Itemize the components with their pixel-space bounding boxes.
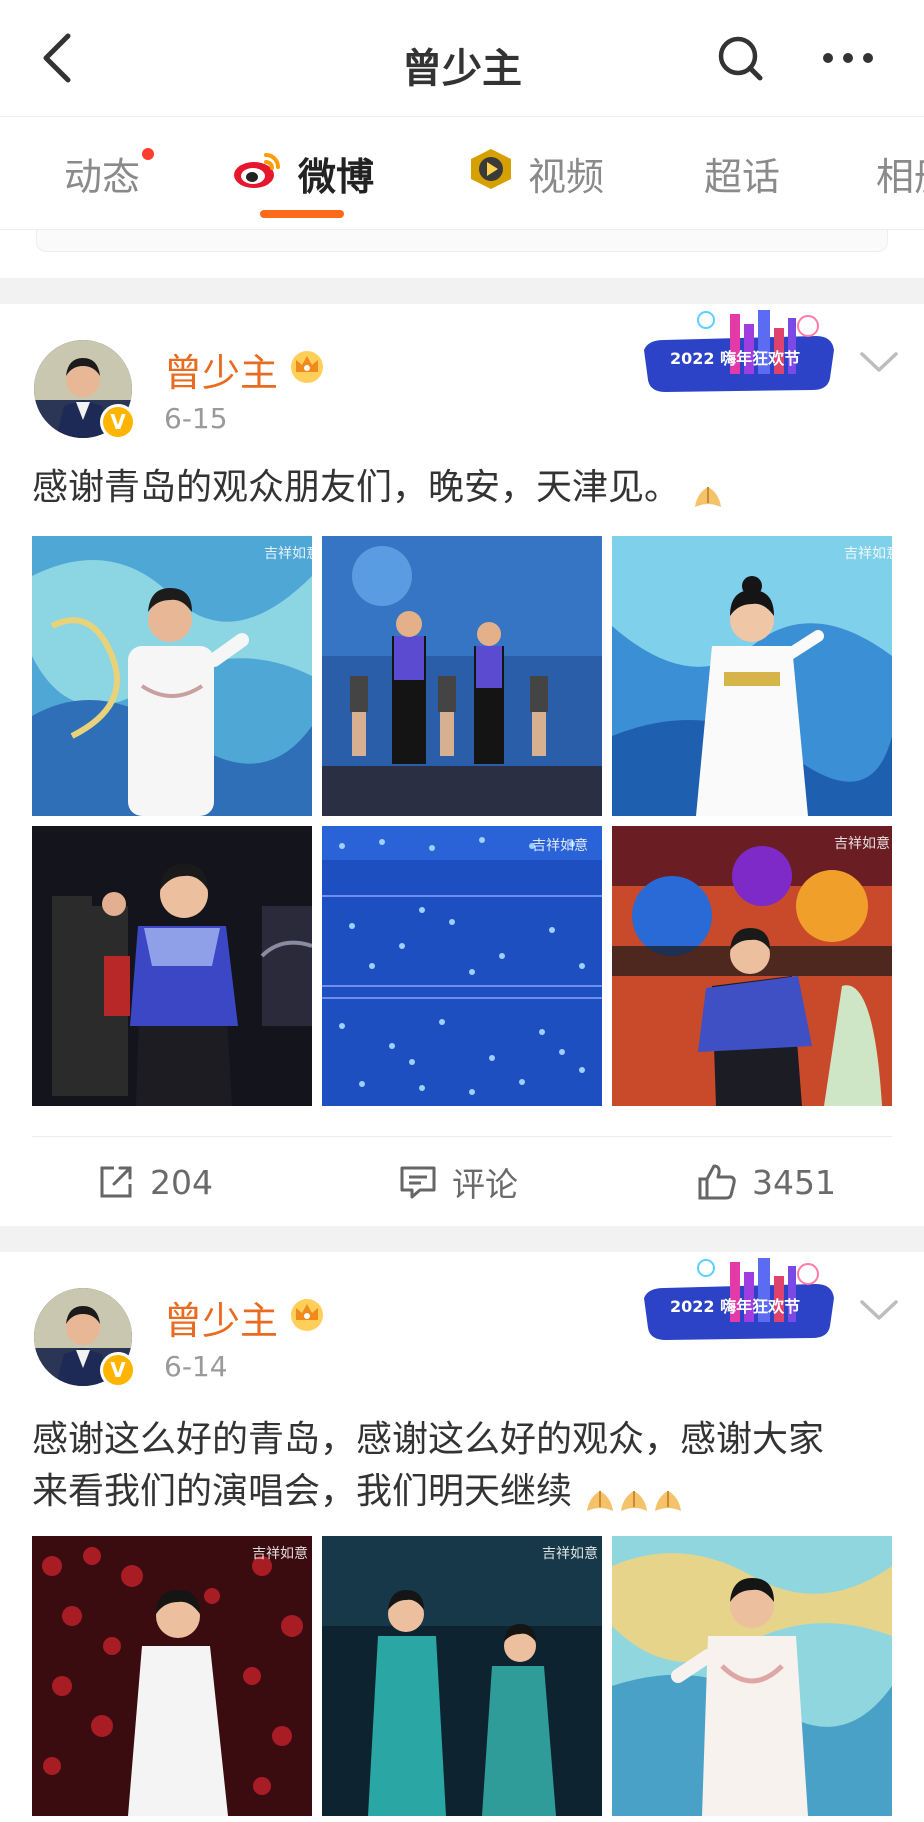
like-count: 3451 <box>752 1162 836 1202</box>
event-badge[interactable]: 2022 嗨年狂欢节 <box>640 1254 840 1354</box>
verified-badge-icon: V <box>100 404 136 440</box>
repost-count: 204 <box>150 1162 213 1202</box>
feed-divider <box>0 278 924 304</box>
post-date: 6-15 <box>164 402 228 435</box>
watermark: 吉祥如意 <box>532 837 588 854</box>
post-photo[interactable]: 吉祥如意 <box>612 826 892 1106</box>
tab-weibo[interactable]: 微博 <box>232 147 375 200</box>
praying-hands-icon <box>583 1478 617 1511</box>
praying-hands-icon <box>651 1478 685 1511</box>
tab-label: 微博 <box>298 154 375 199</box>
post-text: 感谢这么好的青岛，感谢这么好的观众，感谢大家 来看我们的演唱会，我们明天继续 <box>32 1414 892 1518</box>
event-badge-label: 2022 嗨年狂欢节 <box>670 1297 800 1316</box>
post-photo[interactable] <box>322 536 602 816</box>
tab-video[interactable]: 视频 <box>468 147 605 200</box>
post-photo[interactable] <box>32 826 312 1106</box>
notification-dot <box>142 148 155 160</box>
vip-crown-icon <box>288 346 326 384</box>
comment-button[interactable]: 评论 <box>398 1137 518 1227</box>
post-text-line: 感谢这么好的青岛，感谢这么好的观众，感谢大家 <box>32 1419 825 1460</box>
post-photo[interactable]: 吉祥如意 <box>322 826 602 1106</box>
post-text-line: 来看我们的演唱会，我们明天继续 <box>32 1471 573 1512</box>
tab-super-topic[interactable]: 超话 <box>704 148 781 199</box>
praying-hands-icon <box>617 1478 651 1511</box>
tab-label: 相册 <box>876 154 924 199</box>
post-actions-bar: 204 评论 3451 <box>32 1136 892 1226</box>
more-options-icon[interactable] <box>816 30 880 86</box>
post-photo[interactable]: 吉祥如意 <box>612 536 892 816</box>
video-play-icon <box>468 147 514 200</box>
tab-label: 动态 <box>64 154 141 199</box>
weibo-logo-icon <box>232 147 284 200</box>
tab-album[interactable]: 相册 <box>876 148 924 199</box>
collapsed-panel-edge <box>36 230 888 252</box>
event-badge[interactable]: 2022 嗨年狂欢节 <box>640 306 840 406</box>
post-text-line-2: 来看我们的演唱会，我们明天继续 <box>32 1466 892 1518</box>
comment-label: 评论 <box>452 1165 518 1204</box>
watermark: 吉祥如意 <box>844 545 892 562</box>
photo-grid: 吉祥如意 <box>32 536 892 1108</box>
feed-divider <box>0 1226 924 1252</box>
post-date: 6-14 <box>164 1350 228 1383</box>
post-photo[interactable]: 吉祥如意 <box>32 1536 312 1816</box>
feed-post: V 曾少主 6-15 2022 嗨年狂欢节 感谢青岛的观众朋友们，晚安，天津见。 <box>0 304 924 1226</box>
chevron-down-icon[interactable] <box>858 346 900 376</box>
verified-badge-icon: V <box>100 1352 136 1388</box>
top-nav-bar: 曾少主 <box>0 0 924 117</box>
watermark: 吉祥如意 <box>834 835 890 852</box>
photo-grid: 吉祥如意 吉祥如意 <box>32 1536 892 1822</box>
watermark: 吉祥如意 <box>264 545 312 562</box>
vip-crown-icon <box>288 1294 326 1332</box>
profile-tabs: 动态 微博 视频 超话 相册 <box>0 118 924 230</box>
repost-button[interactable]: 204 <box>96 1137 213 1227</box>
post-text: 感谢青岛的观众朋友们，晚安，天津见。 <box>32 462 892 514</box>
watermark: 吉祥如意 <box>252 1545 308 1562</box>
page-title: 曾少主 <box>402 46 522 92</box>
post-text-content: 感谢青岛的观众朋友们，晚安，天津见。 <box>32 467 681 508</box>
post-username[interactable]: 曾少主 <box>164 342 278 397</box>
active-tab-indicator <box>260 210 344 218</box>
search-icon[interactable] <box>712 30 768 86</box>
thumbs-up-icon <box>698 1164 736 1200</box>
repost-icon <box>100 1166 132 1198</box>
post-photo[interactable] <box>612 1536 892 1816</box>
comment-icon <box>400 1166 436 1199</box>
post-photo[interactable]: 吉祥如意 <box>32 536 312 816</box>
tab-label: 视频 <box>528 154 605 199</box>
chevron-down-icon[interactable] <box>858 1294 900 1324</box>
like-button[interactable]: 3451 <box>696 1137 836 1227</box>
watermark: 吉祥如意 <box>542 1545 598 1562</box>
praying-hands-icon <box>691 474 725 507</box>
tab-label: 超话 <box>704 154 781 199</box>
event-badge-label: 2022 嗨年狂欢节 <box>670 349 800 368</box>
tab-dynamic[interactable]: 动态 <box>64 148 155 199</box>
feed-post: V 曾少主 6-14 2022 嗨年狂欢节 感谢这么好的青岛，感谢这么好的观众，… <box>0 1252 924 1822</box>
post-username[interactable]: 曾少主 <box>164 1290 278 1345</box>
post-photo[interactable]: 吉祥如意 <box>322 1536 602 1816</box>
